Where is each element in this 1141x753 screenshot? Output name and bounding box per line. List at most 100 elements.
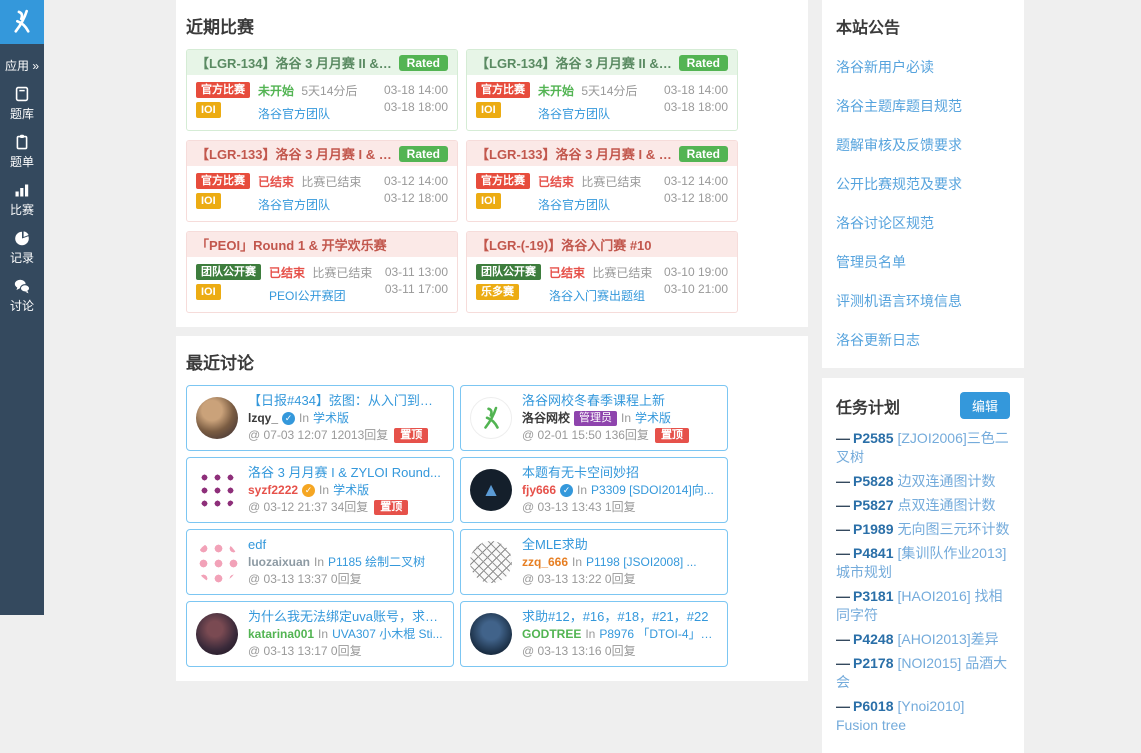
discussion-author-link[interactable]: 洛谷网校: [522, 411, 570, 426]
discussion-title-link[interactable]: edf: [248, 537, 444, 553]
sidebar-item-discuss[interactable]: 讨论: [0, 278, 44, 314]
discussion-title-link[interactable]: 本题有无卡空间妙招: [522, 465, 718, 481]
task-problem-id-link[interactable]: P1989: [853, 521, 893, 537]
apps-toggle[interactable]: 应用 »: [0, 57, 44, 74]
contest-organizer-link[interactable]: 洛谷入门赛出题组: [549, 287, 645, 304]
announcement-link[interactable]: 洛谷新用户必读: [836, 57, 1010, 77]
discussion-author-link[interactable]: GODTREE: [522, 627, 581, 642]
task-problem-id-link[interactable]: P6018: [853, 698, 893, 714]
discussion-forum-link[interactable]: P1198 [JSOI2008] ...: [586, 555, 697, 570]
contest-end-time: 03-12 18:00: [384, 190, 448, 207]
discussion-content: 求助#12，#16，#18，#21，#22 GODTREE ✓ In P8976…: [522, 609, 718, 659]
user-avatar[interactable]: [470, 613, 512, 655]
announcement-link[interactable]: 洛谷主题库题目规范: [836, 96, 1010, 116]
luogu-logo[interactable]: [0, 0, 44, 44]
task-problem-id-link[interactable]: P3181: [853, 588, 893, 604]
in-label: In: [319, 483, 329, 498]
contest-status: 未开始: [538, 84, 574, 98]
discussion-author-link[interactable]: fjy666: [522, 483, 556, 498]
discussion-meta-line: @ 03-13 13:22 0回复: [522, 572, 718, 587]
discussion-forum-link[interactable]: 学术版: [635, 411, 671, 426]
discussion-timestamp: @ 07-03 12:07 12013回复: [248, 428, 388, 443]
user-avatar[interactable]: ▲: [470, 469, 512, 511]
discussion-author-link[interactable]: syzf2222: [248, 483, 298, 498]
sidebar-item-contests[interactable]: 比赛: [0, 182, 44, 218]
user-avatar[interactable]: [196, 541, 238, 583]
user-avatar[interactable]: [196, 613, 238, 655]
task-problem-id-link[interactable]: P4248: [853, 631, 893, 647]
discussion-author-link[interactable]: luozaixuan: [248, 555, 310, 570]
contest-title-link[interactable]: 「PEOI」Round 1 & 开学欢乐赛: [196, 235, 387, 254]
discussion-title-link[interactable]: 洛谷 3 月月赛 I & ZYLOI Round...: [248, 465, 444, 481]
user-avatar[interactable]: [196, 397, 238, 439]
discussion-author-line: katarina001 ✓ In UVA307 小木棍 Sti...: [248, 627, 444, 642]
discussion-forum-link[interactable]: P8976 「DTOI-4」排...: [599, 627, 718, 642]
user-avatar[interactable]: [196, 469, 238, 511]
contest-status-note: 比赛已结束: [312, 266, 372, 280]
contest-title-link[interactable]: 【LGR-134】洛谷 3 月月赛 II &「GLR-...: [476, 53, 673, 72]
task-problem-id-link[interactable]: P2585: [853, 430, 893, 446]
discussion-title-link[interactable]: 全MLE求助: [522, 537, 718, 553]
discussion-forum-link[interactable]: P1185 绘制二叉树: [328, 555, 425, 570]
contest-start-time: 03-10 19:00: [664, 264, 728, 281]
discussion-title-link[interactable]: 【日报#434】弦图：从入门到入入...: [248, 393, 444, 409]
verified-check-icon: ✓: [560, 484, 573, 497]
user-avatar[interactable]: [470, 541, 512, 583]
contest-start-time: 03-11 13:00: [385, 264, 448, 281]
task-problem-title-link[interactable]: 边双连通图计数: [897, 473, 995, 489]
discussion-forum-link[interactable]: UVA307 小木棍 Sti...: [332, 627, 442, 642]
recent-discussions-panel: 最近讨论 【日报#434】弦图：从入门到入入...: [176, 336, 808, 681]
discussion-author-link[interactable]: zzq_666: [522, 555, 568, 570]
discussion-author-link[interactable]: katarina001: [248, 627, 314, 642]
task-problem-title-link[interactable]: 点双连通图计数: [897, 497, 995, 513]
discussion-forum-link[interactable]: 学术版: [333, 483, 369, 498]
discussion-card: edf luozaixuan ✓ In P1185 绘制二叉树 @ 03-13 …: [186, 529, 454, 595]
task-problem-title-link[interactable]: 无向图三元环计数: [897, 521, 1009, 537]
announcement-link[interactable]: 题解审核及反馈要求: [836, 135, 1010, 155]
user-avatar[interactable]: [470, 397, 512, 439]
discussion-author-link[interactable]: lzqy_: [248, 411, 278, 426]
edit-button[interactable]: 编辑: [960, 392, 1010, 419]
contest-info: 已结束 比赛已结束 洛谷入门赛出题组: [549, 264, 656, 304]
contest-times: 03-11 13:00 03-11 17:00: [385, 264, 448, 298]
discussion-author-line: lzqy_ ✓ In 学术版: [248, 411, 444, 426]
contest-title-link[interactable]: 【LGR-(-19)】洛谷入门赛 #10: [476, 235, 652, 254]
discussion-meta-line: @ 03-13 13:43 1回复: [522, 500, 718, 515]
task-problem-title-link[interactable]: [AHOI2013]差异: [897, 631, 998, 647]
discussion-title-link[interactable]: 求助#12，#16，#18，#21，#22: [522, 609, 718, 625]
task-problem-id-link[interactable]: P5827: [853, 497, 893, 513]
contest-title-link[interactable]: 【LGR-134】洛谷 3 月月赛 II &「GLR ...: [196, 53, 393, 72]
sidebar-item-problem-lists[interactable]: 题单: [0, 134, 44, 170]
task-problem-id-link[interactable]: P5828: [853, 473, 893, 489]
discussion-forum-link[interactable]: 学术版: [313, 411, 349, 426]
contest-organizer-link[interactable]: 洛谷官方团队: [538, 105, 610, 122]
discussion-meta-line: @ 02-01 15:50 136回复 置顶: [522, 428, 718, 443]
contest-organizer-link[interactable]: PEOI公开赛团: [269, 287, 346, 304]
announcement-link[interactable]: 洛谷更新日志: [836, 330, 1010, 350]
contest-organizer-link[interactable]: 洛谷官方团队: [258, 196, 330, 213]
sidebar-item-records[interactable]: 记录: [0, 230, 44, 266]
announcement-link[interactable]: 评测机语言环境信息: [836, 291, 1010, 311]
task-problem-id-link[interactable]: P2178: [853, 655, 893, 671]
contest-title-link[interactable]: 【LGR-133】洛谷 3 月月赛 I & ZYLOI ...: [196, 144, 393, 163]
verified-check-icon: ✓: [282, 412, 295, 425]
announcement-link[interactable]: 管理员名单: [836, 252, 1010, 272]
contest-times: 03-10 19:00 03-10 21:00: [664, 264, 728, 298]
discussion-content: 本题有无卡空间妙招 fjy666 ✓ In P3309 [SDOI2014]向.…: [522, 465, 718, 515]
contest-grid: 【LGR-134】洛谷 3 月月赛 II &「GLR ... Rated 官方比…: [186, 49, 798, 313]
contest-organizer-link[interactable]: 洛谷官方团队: [538, 196, 610, 213]
dash-bullet-icon: —: [836, 698, 850, 714]
discussion-title-link[interactable]: 为什么我无法绑定uva账号，求佬...: [248, 609, 444, 625]
discussion-title-link[interactable]: 洛谷网校冬春季课程上新: [522, 393, 718, 409]
discussion-timestamp: @ 03-13 13:16 0回复: [522, 644, 636, 659]
announcement-link[interactable]: 公开比赛规范及要求: [836, 174, 1010, 194]
task-problem-id-link[interactable]: P4841: [853, 545, 893, 561]
contest-status-note: 比赛已结束: [592, 266, 652, 280]
discussion-content: 【日报#434】弦图：从入门到入入... lzqy_ ✓ In 学术版 @ 07…: [248, 393, 444, 443]
contest-title-link[interactable]: 【LGR-133】洛谷 3 月月赛 I & ZYLOI ...: [476, 144, 673, 163]
sidebar-item-problems[interactable]: 题库: [0, 86, 44, 122]
task-list: —P2585[ZJOI2006]三色二叉树 —P5828边双连通图计数 —P58…: [836, 429, 1010, 735]
discussion-forum-link[interactable]: P3309 [SDOI2014]向...: [591, 483, 714, 498]
announcement-link[interactable]: 洛谷讨论区规范: [836, 213, 1010, 233]
contest-organizer-link[interactable]: 洛谷官方团队: [258, 105, 330, 122]
